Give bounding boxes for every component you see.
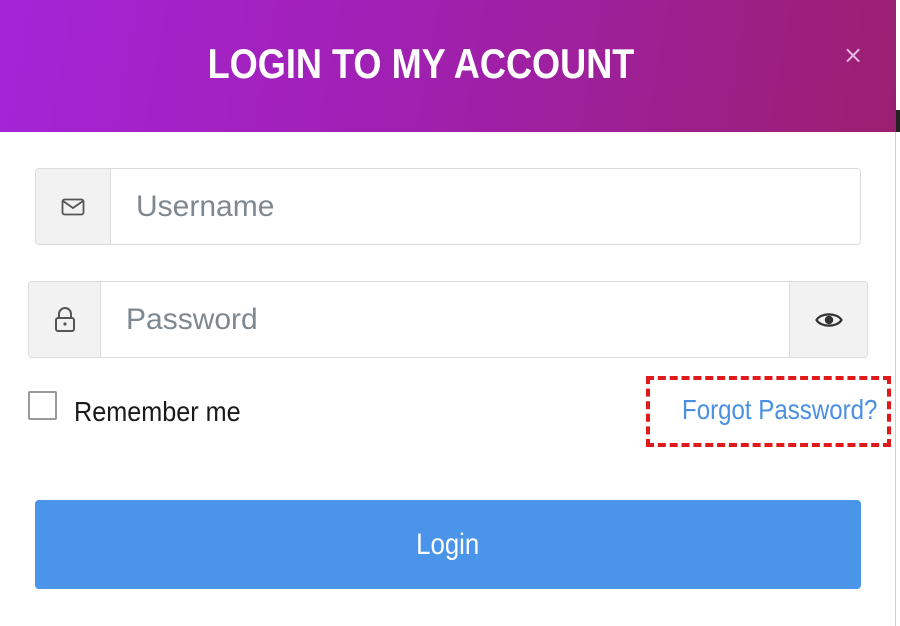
login-button-label: Login xyxy=(416,527,480,561)
modal-header: LOGIN TO MY ACCOUNT × xyxy=(0,0,896,132)
forgot-password-link[interactable]: Forgot Password? xyxy=(682,394,877,426)
envelope-icon xyxy=(36,169,111,244)
username-group xyxy=(35,168,861,245)
page: LOGIN TO MY ACCOUNT × Username Remember … xyxy=(0,0,900,626)
login-button[interactable]: Login xyxy=(35,500,861,589)
remember-label: Remember me xyxy=(74,396,241,427)
background-edge xyxy=(896,0,900,626)
lock-icon xyxy=(29,282,101,357)
eye-icon[interactable] xyxy=(789,282,867,357)
password-input[interactable] xyxy=(101,282,789,357)
modal-title: LOGIN TO MY ACCOUNT xyxy=(207,40,635,87)
remember-me[interactable]: Remember me xyxy=(28,388,259,436)
remember-checkbox[interactable] xyxy=(28,390,57,420)
login-modal: LOGIN TO MY ACCOUNT × Username Remember … xyxy=(0,0,896,626)
username-input[interactable] xyxy=(111,169,860,244)
background-edge-dark xyxy=(896,110,900,132)
password-group xyxy=(28,281,868,358)
close-icon[interactable]: × xyxy=(838,38,868,72)
